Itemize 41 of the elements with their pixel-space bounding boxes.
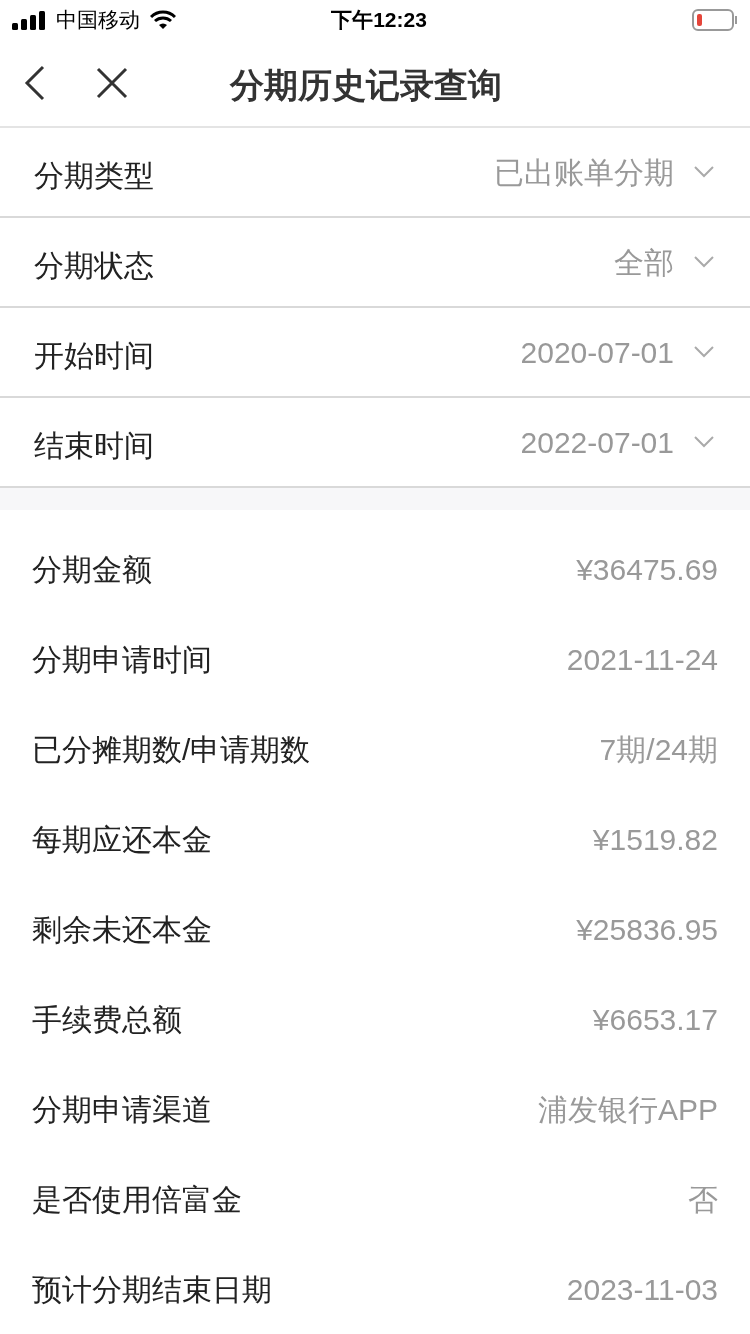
signal-icon	[12, 10, 48, 30]
detail-label: 是否使用倍富金	[32, 1181, 242, 1218]
filter-label: 分期状态	[34, 247, 155, 284]
detail-value: 浦发银行APP	[537, 1091, 718, 1128]
page-title: 分期历史记录查询	[230, 65, 502, 106]
filter-value: 全部	[614, 244, 674, 281]
carrier-name: 中国移动	[56, 7, 140, 34]
detail-value: 否	[688, 1181, 718, 1218]
filter-row[interactable]: 开始时间 2020-07-01	[0, 308, 750, 398]
filter-row[interactable]: 分期状态 全部	[0, 218, 750, 308]
filter-label: 开始时间	[34, 337, 155, 374]
detail-value: 7期/24期	[599, 731, 718, 768]
filter-value: 2022-07-01	[520, 424, 674, 461]
filter-label: 结束时间	[34, 427, 155, 464]
filter-label: 分期类型	[34, 157, 155, 194]
detail-value: 2021-11-24	[566, 641, 718, 678]
detail-label: 剩余未还本金	[32, 911, 212, 948]
detail-value: ¥25836.95	[576, 911, 718, 948]
close-icon	[96, 67, 128, 99]
filter-value: 已出账单分期	[494, 154, 674, 191]
detail-value: ¥6653.17	[592, 1001, 718, 1038]
filter-row[interactable]: 分期类型 已出账单分期	[0, 128, 750, 218]
detail-label: 手续费总额	[32, 1001, 182, 1038]
battery-icon	[692, 9, 738, 31]
detail-label: 预计分期结束日期	[32, 1271, 272, 1308]
detail-value: 2023-11-03	[566, 1271, 718, 1308]
detail-label: 分期申请渠道	[32, 1091, 212, 1128]
back-icon	[24, 65, 46, 101]
detail-value: ¥36475.69	[576, 551, 718, 588]
detail-label: 每期应还本金	[32, 821, 212, 858]
wifi-icon	[150, 10, 176, 30]
detail-label: 已分摊期数/申请期数	[32, 731, 311, 768]
chevron-down-icon	[694, 436, 714, 448]
status-time: 下午12:23	[331, 7, 427, 34]
detail-label: 分期金额	[32, 551, 152, 588]
chevron-down-icon	[694, 346, 714, 358]
detail-value: ¥1519.82	[592, 821, 718, 858]
filter-value: 2020-07-01	[520, 334, 674, 371]
chevron-down-icon	[694, 166, 714, 178]
detail-label: 分期申请时间	[32, 641, 212, 678]
chevron-down-icon	[694, 256, 714, 268]
